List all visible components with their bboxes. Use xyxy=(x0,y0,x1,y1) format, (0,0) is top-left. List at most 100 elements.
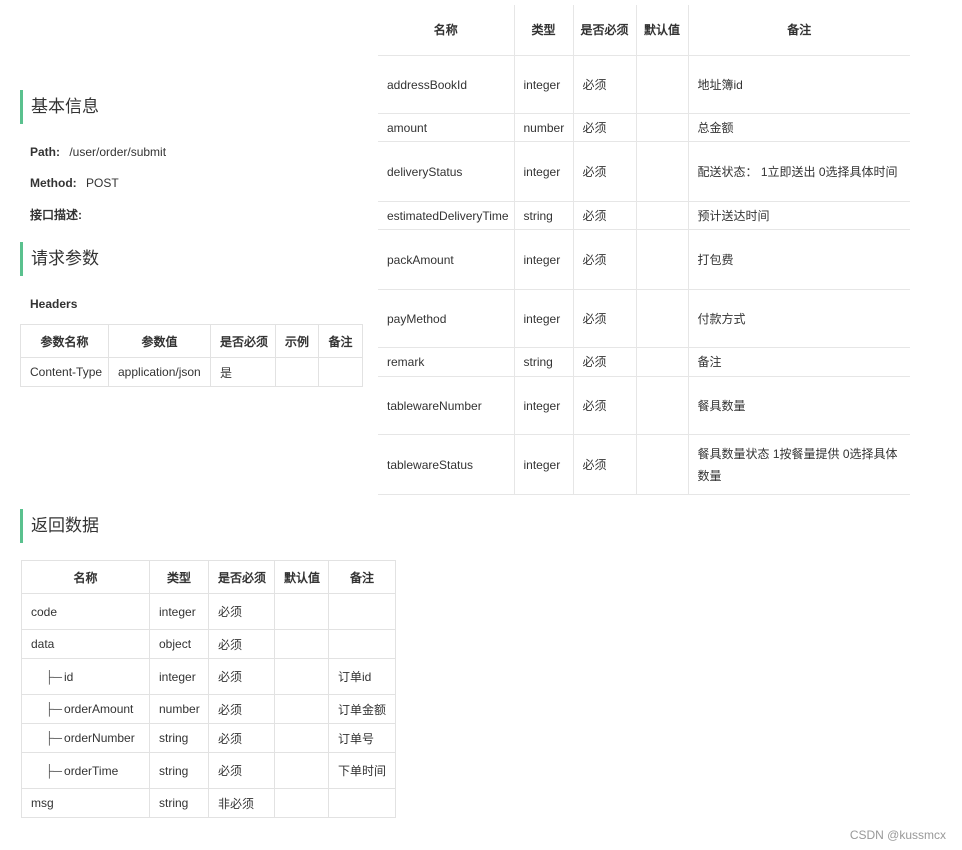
table-row: ├─ orderAmount number 必须 订单金额 xyxy=(21,694,396,724)
tree-branch-icon: ├─ xyxy=(45,702,63,716)
table-cell: amount xyxy=(378,113,514,142)
table-cell: tablewareStatus xyxy=(378,434,514,495)
table-cell: 订单金额 xyxy=(328,694,396,724)
table-cell: 必须 xyxy=(572,347,636,377)
table-cell xyxy=(635,55,688,114)
table-cell xyxy=(275,357,319,387)
table-cell xyxy=(274,629,329,659)
table-cell: data xyxy=(21,629,150,659)
body-params-table: 名称 类型 是否必须 默认值 备注 addressBookId integer 必须… xyxy=(378,5,910,495)
table-cell xyxy=(274,788,329,818)
table-cell: 必须 xyxy=(208,593,275,630)
section-title-request-params: 请求参数 xyxy=(20,242,99,276)
column-header: 是否必须 xyxy=(572,5,636,56)
table-cell: ├─ orderAmount xyxy=(21,694,150,724)
tree-branch-icon: ├─ xyxy=(45,763,63,778)
table-cell xyxy=(274,658,329,695)
table-cell xyxy=(635,113,688,142)
table-row: remark string 必须 备注 xyxy=(378,347,910,377)
table-cell: number xyxy=(149,694,209,724)
table-cell xyxy=(274,752,329,789)
table-row: code integer 必须 xyxy=(21,593,396,630)
table-row: data object 必须 xyxy=(21,629,396,659)
column-header: 备注 xyxy=(328,560,396,594)
table-cell: number xyxy=(513,113,573,142)
table-row: amount number 必须 总金额 xyxy=(378,113,910,142)
column-header: 类型 xyxy=(513,5,573,56)
table-row: ├─ orderNumber string 必须 订单号 xyxy=(21,723,396,753)
table-cell xyxy=(328,629,396,659)
table-cell: string xyxy=(149,788,209,818)
method-label: Method: xyxy=(30,176,77,190)
table-cell: 必须 xyxy=(208,658,275,695)
table-cell: 必须 xyxy=(572,55,636,114)
table-cell: 下单时间 xyxy=(328,752,396,789)
path-row: Path: /user/order/submit xyxy=(30,145,166,159)
table-cell: ├─ orderTime xyxy=(21,752,150,789)
table-cell: string xyxy=(149,723,209,753)
headers-table-header-row: 参数名称 参数值 是否必须 示例 备注 xyxy=(20,324,363,358)
table-cell: 必须 xyxy=(208,629,275,659)
tree-branch-icon: ├─ xyxy=(45,731,63,745)
column-header: 备注 xyxy=(318,324,363,358)
table-cell: 非必须 xyxy=(208,788,275,818)
table-cell: integer xyxy=(513,289,573,348)
table-cell xyxy=(274,593,329,630)
column-header: 备注 xyxy=(687,5,910,56)
table-cell: integer xyxy=(513,376,573,435)
table-row: payMethod integer 必须 付款方式 xyxy=(378,289,910,348)
column-header: 名称 xyxy=(21,560,150,594)
column-header: 示例 xyxy=(275,324,319,358)
method-row: Method: POST xyxy=(30,176,119,190)
table-cell: 必须 xyxy=(572,289,636,348)
table-cell: 备注 xyxy=(687,347,910,377)
table-row: packAmount integer 必须 打包费 xyxy=(378,229,910,290)
field-name: orderNumber xyxy=(64,731,135,745)
column-header: 名称 xyxy=(378,5,514,56)
table-row: addressBookId integer 必须 地址簿id xyxy=(378,55,910,114)
table-cell: addressBookId xyxy=(378,55,514,114)
body-table-header-row: 名称 类型 是否必须 默认值 备注 xyxy=(378,5,910,56)
section-title-basic-info: 基本信息 xyxy=(20,90,99,124)
table-cell: tablewareNumber xyxy=(378,376,514,435)
table-cell: 必须 xyxy=(208,752,275,789)
path-value: /user/order/submit xyxy=(69,145,167,159)
column-header: 类型 xyxy=(149,560,209,594)
table-cell: 必须 xyxy=(572,376,636,435)
headers-label: Headers xyxy=(30,297,78,311)
table-row: Content-Type application/json 是 xyxy=(20,357,363,387)
table-cell xyxy=(318,357,363,387)
table-cell: string xyxy=(149,752,209,789)
table-cell: deliveryStatus xyxy=(378,141,514,202)
table-cell: code xyxy=(21,593,150,630)
field-name: id xyxy=(64,669,74,684)
column-header: 默认值 xyxy=(274,560,329,594)
table-cell xyxy=(274,723,329,753)
response-table-header-row: 名称 类型 是否必须 默认值 备注 xyxy=(21,560,396,594)
table-cell: 总金额 xyxy=(687,113,910,142)
column-header: 参数名称 xyxy=(20,324,109,358)
tree-branch-icon: ├─ xyxy=(45,669,63,684)
table-cell xyxy=(635,229,688,290)
table-cell xyxy=(328,593,396,630)
table-row: deliveryStatus integer 必须 配送状态： 1立即送出 0选择具体… xyxy=(378,141,910,202)
table-cell: 配送状态： 1立即送出 0选择具体时间 xyxy=(687,141,910,202)
section-title-response: 返回数据 xyxy=(20,509,99,543)
table-cell: 是 xyxy=(210,357,276,387)
table-cell: integer xyxy=(513,141,573,202)
table-cell xyxy=(635,376,688,435)
path-label: Path: xyxy=(30,145,60,159)
table-cell xyxy=(328,788,396,818)
table-cell: 必须 xyxy=(572,113,636,142)
table-row: tablewareStatus integer 必须 餐具数量状态 1按餐量提供 0选… xyxy=(378,434,910,495)
column-header: 默认值 xyxy=(635,5,688,56)
table-cell xyxy=(274,694,329,724)
description-row: 接口描述: xyxy=(30,206,88,223)
table-cell: string xyxy=(513,201,573,230)
table-cell xyxy=(635,347,688,377)
table-cell: ├─ orderNumber xyxy=(21,723,150,753)
table-cell: 地址簿id xyxy=(687,55,910,114)
method-value: POST xyxy=(86,176,119,190)
table-cell: payMethod xyxy=(378,289,514,348)
table-cell: Content-Type xyxy=(20,357,109,387)
